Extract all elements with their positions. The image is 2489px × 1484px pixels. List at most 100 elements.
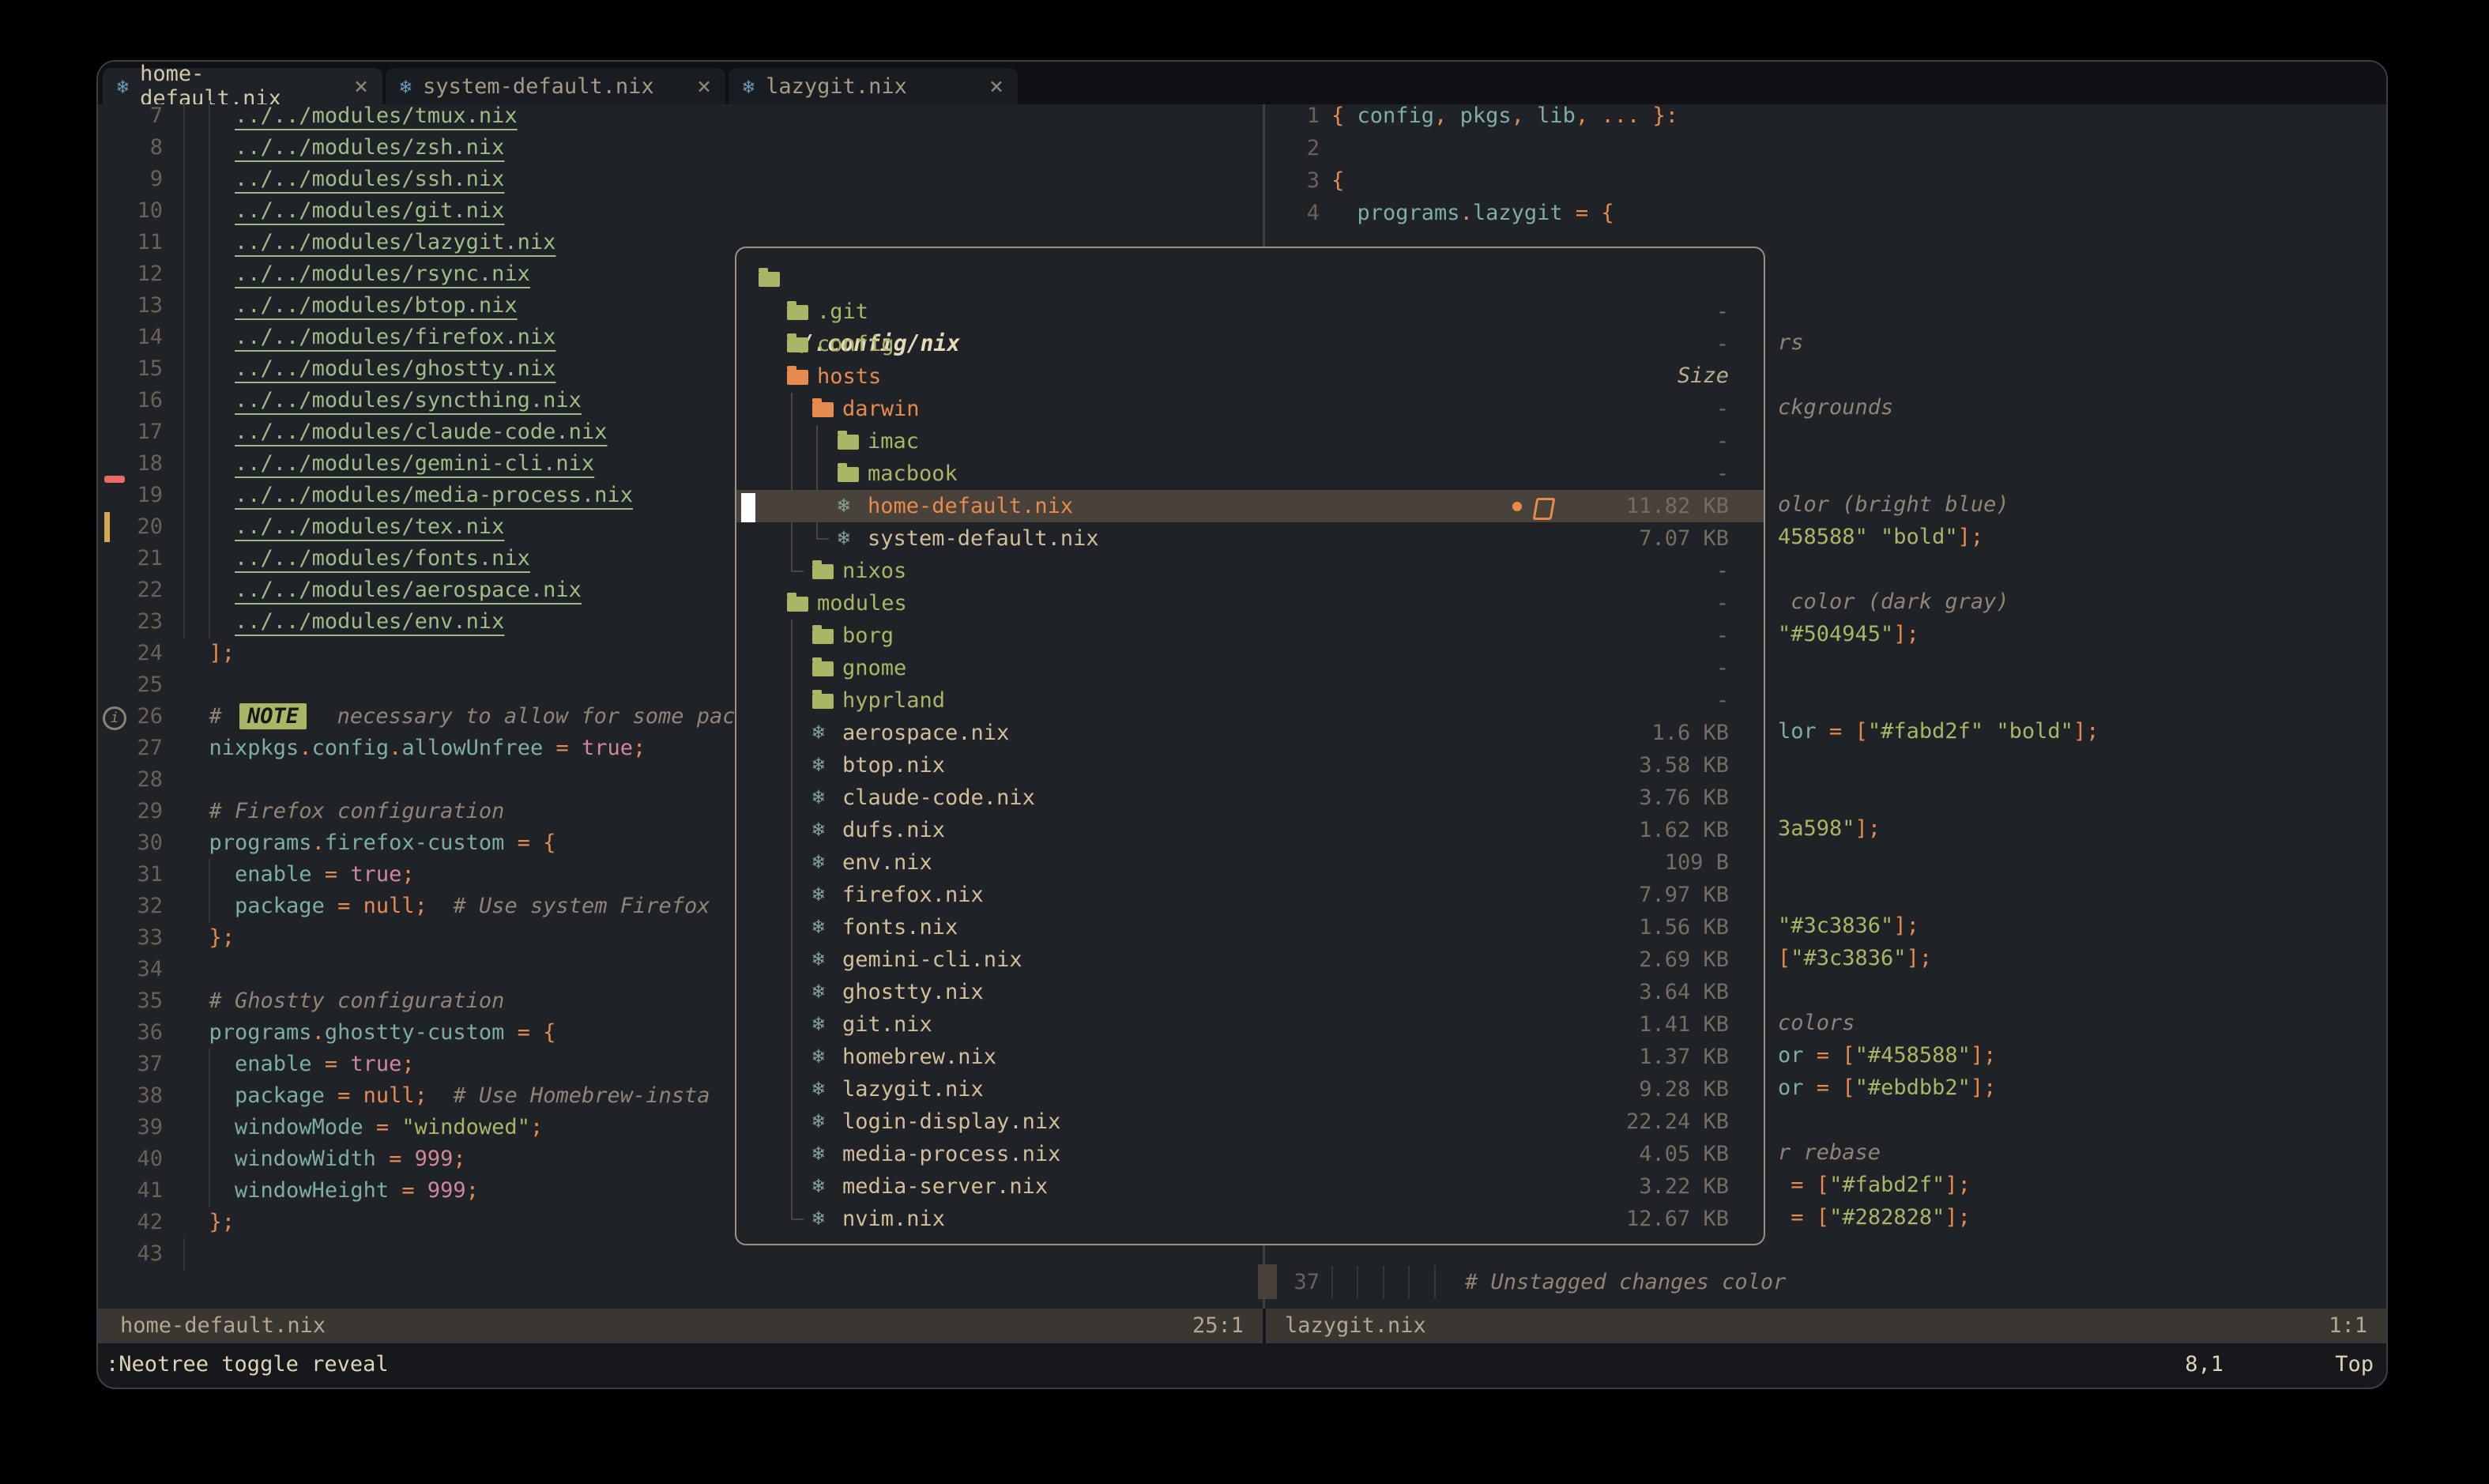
- code-token: [543, 736, 555, 760]
- tree-item-btop.nix[interactable]: ❄btop.nix3.58 KB: [736, 749, 1764, 782]
- tree-item-gemini-cli.nix[interactable]: ❄gemini-cli.nix2.69 KB: [736, 944, 1764, 976]
- module-path-link[interactable]: ../../modules/media-process.nix: [235, 483, 633, 507]
- indent-guide: [1383, 1266, 1384, 1298]
- module-path-link[interactable]: ../../modules/lazygit.nix: [235, 230, 555, 254]
- code-token: [1804, 1043, 1817, 1068]
- tree-item-label: btop.nix: [842, 749, 945, 782]
- git-unstaged-icon: [1533, 498, 1556, 520]
- tree-item-hyprland[interactable]: hyprland-: [736, 684, 1764, 717]
- tree-item-env.nix[interactable]: ❄env.nix109 B: [736, 846, 1764, 879]
- nix-file-icon: ❄: [812, 1073, 825, 1105]
- tree-item-label: borg: [842, 620, 894, 652]
- tree-item-system-default.nix[interactable]: ❄system-default.nix7.07 KB: [736, 522, 1764, 555]
- tree-item-nvim.nix[interactable]: ❄nvim.nix12.67 KB: [736, 1203, 1764, 1235]
- close-icon[interactable]: ×: [354, 73, 368, 100]
- tree-item-nixos[interactable]: nixos-: [736, 555, 1764, 587]
- tree-item-label: hosts: [817, 360, 881, 393]
- code-token: [427, 894, 454, 918]
- tree-item-size: 109 B: [1665, 846, 1729, 879]
- code-token: .: [299, 736, 311, 760]
- scrollbar-thumb[interactable]: [1258, 1264, 1277, 1299]
- indent-guide: [1357, 1266, 1358, 1298]
- code-token: [183, 230, 235, 254]
- close-icon[interactable]: ×: [989, 73, 1004, 100]
- tree-item-ghostty.nix[interactable]: ❄ghostty.nix3.64 KB: [736, 976, 1764, 1008]
- tree-item-lazygit.nix[interactable]: ❄lazygit.nix9.28 KB: [736, 1073, 1764, 1105]
- module-path-link[interactable]: ../../modules/env.nix: [235, 609, 504, 634]
- module-path-link[interactable]: ../../modules/ghostty.nix: [235, 356, 555, 381]
- tree-item-imac[interactable]: imac-: [736, 425, 1764, 458]
- folder-icon: [838, 435, 859, 450]
- tree-item-macbook[interactable]: macbook-: [736, 458, 1764, 490]
- code-token: =: [337, 1083, 350, 1108]
- editor-line-fragment-26: "#3c3836"];: [1778, 910, 1919, 942]
- tree-item-size: 11.82 KB: [1626, 490, 1729, 522]
- tree-item-claude-code.nix[interactable]: ❄claude-code.nix3.76 KB: [736, 782, 1764, 814]
- code-token: rs: [1778, 330, 1804, 355]
- tree-item-firefox.nix[interactable]: ❄firefox.nix7.97 KB: [736, 879, 1764, 911]
- tree-item-media-process.nix[interactable]: ❄media-process.nix4.05 KB: [736, 1138, 1764, 1170]
- tree-item-label: homebrew.nix: [842, 1041, 996, 1073]
- tree-item-login-display.nix[interactable]: ❄login-display.nix22.24 KB: [736, 1105, 1764, 1138]
- tree-item-config[interactable]: config-: [736, 328, 1764, 360]
- code-token: "#282828": [1829, 1205, 1945, 1230]
- tree-item-dufs.nix[interactable]: ❄dufs.nix1.62 KB: [736, 814, 1764, 846]
- tree-item-homebrew.nix[interactable]: ❄homebrew.nix1.37 KB: [736, 1041, 1764, 1073]
- module-path-link[interactable]: ../../modules/aerospace.nix: [235, 578, 582, 602]
- tree-item-gnome[interactable]: gnome-: [736, 652, 1764, 684]
- code-token: package: [235, 1083, 325, 1108]
- code-token: [183, 546, 235, 571]
- tree-item-home-default.nix[interactable]: ❄home-default.nix11.82 KB: [736, 490, 1764, 522]
- tree-item-label: firefox.nix: [842, 879, 984, 911]
- module-path-link[interactable]: ../../modules/btop.nix: [235, 293, 518, 318]
- tree-item-git.nix[interactable]: ❄git.nix1.41 KB: [736, 1008, 1764, 1041]
- tree-item-.git[interactable]: .git-: [736, 296, 1764, 328]
- tree-item-size: 3.64 KB: [1639, 976, 1729, 1008]
- code-token: ;: [453, 1147, 465, 1171]
- code-token: [: [1817, 1205, 1829, 1230]
- code-token: "#458588": [1855, 1043, 1971, 1068]
- statusline-left-filename: home-default.nix: [120, 1309, 326, 1343]
- open-folder-icon: [759, 272, 780, 287]
- tree-item-modules[interactable]: modules-: [736, 587, 1764, 620]
- module-path-link[interactable]: ../../modules/gemini-cli.nix: [235, 451, 594, 476]
- module-path-link[interactable]: ../../modules/claude-code.nix: [235, 420, 607, 444]
- module-path-link[interactable]: ../../modules/rsync.nix: [235, 262, 530, 286]
- code-token: =: [1817, 1043, 1829, 1068]
- tree-root-row[interactable]: ~/.config/nix Size: [736, 262, 1764, 295]
- code-token: "#fabd2f": [1829, 1173, 1945, 1197]
- code-token: ;: [633, 736, 646, 760]
- tree-item-media-server.nix[interactable]: ❄media-server.nix3.22 KB: [736, 1170, 1764, 1203]
- tree-item-hosts[interactable]: hosts -: [736, 360, 1764, 393]
- module-path-link[interactable]: ../../modules/fonts.nix: [235, 546, 530, 571]
- nix-file-icon: ❄: [812, 1203, 825, 1235]
- module-path-link[interactable]: ../../modules/tex.nix: [235, 514, 504, 539]
- close-icon[interactable]: ×: [697, 73, 711, 100]
- code-token: [183, 1115, 235, 1139]
- line-number: 1: [1266, 100, 1320, 132]
- tree-item-size: -: [1716, 555, 1729, 587]
- code-token: [183, 1083, 235, 1108]
- code-token: };: [209, 925, 235, 950]
- tree-item-label: modules: [817, 587, 907, 620]
- code-token: =: [1576, 201, 1588, 225]
- tree-item-fonts.nix[interactable]: ❄fonts.nix1.56 KB: [736, 911, 1764, 944]
- module-path-link[interactable]: ../../modules/syncthing.nix: [235, 388, 582, 412]
- editor-line-fragment-29: colors: [1778, 1007, 1855, 1039]
- tree-item-label: git.nix: [842, 1008, 932, 1041]
- module-path-link[interactable]: ../../modules/firefox.nix: [235, 325, 555, 349]
- nix-file-icon: ❄: [812, 976, 825, 1008]
- tree-item-aerospace.nix[interactable]: ❄aerospace.nix1.6 KB: [736, 717, 1764, 749]
- editor-line-fragment-14: 458588" "bold"];: [1778, 521, 1983, 553]
- line-number: 34: [101, 954, 163, 985]
- tree-item-darwin[interactable]: darwin-: [736, 393, 1764, 425]
- tree-item-borg[interactable]: borg-: [736, 620, 1764, 652]
- code-token: =: [518, 1020, 530, 1045]
- tree-item-size: -: [1716, 360, 1729, 393]
- code-token: [183, 989, 209, 1013]
- code-token: windowHeight: [235, 1178, 389, 1203]
- command-line[interactable]: :Neotree toggle reveal 8,1 Top: [98, 1343, 2386, 1386]
- code-token: [1829, 1043, 1842, 1068]
- tree-item-size: -: [1716, 328, 1729, 360]
- tree-item-size: 12.67 KB: [1626, 1203, 1729, 1235]
